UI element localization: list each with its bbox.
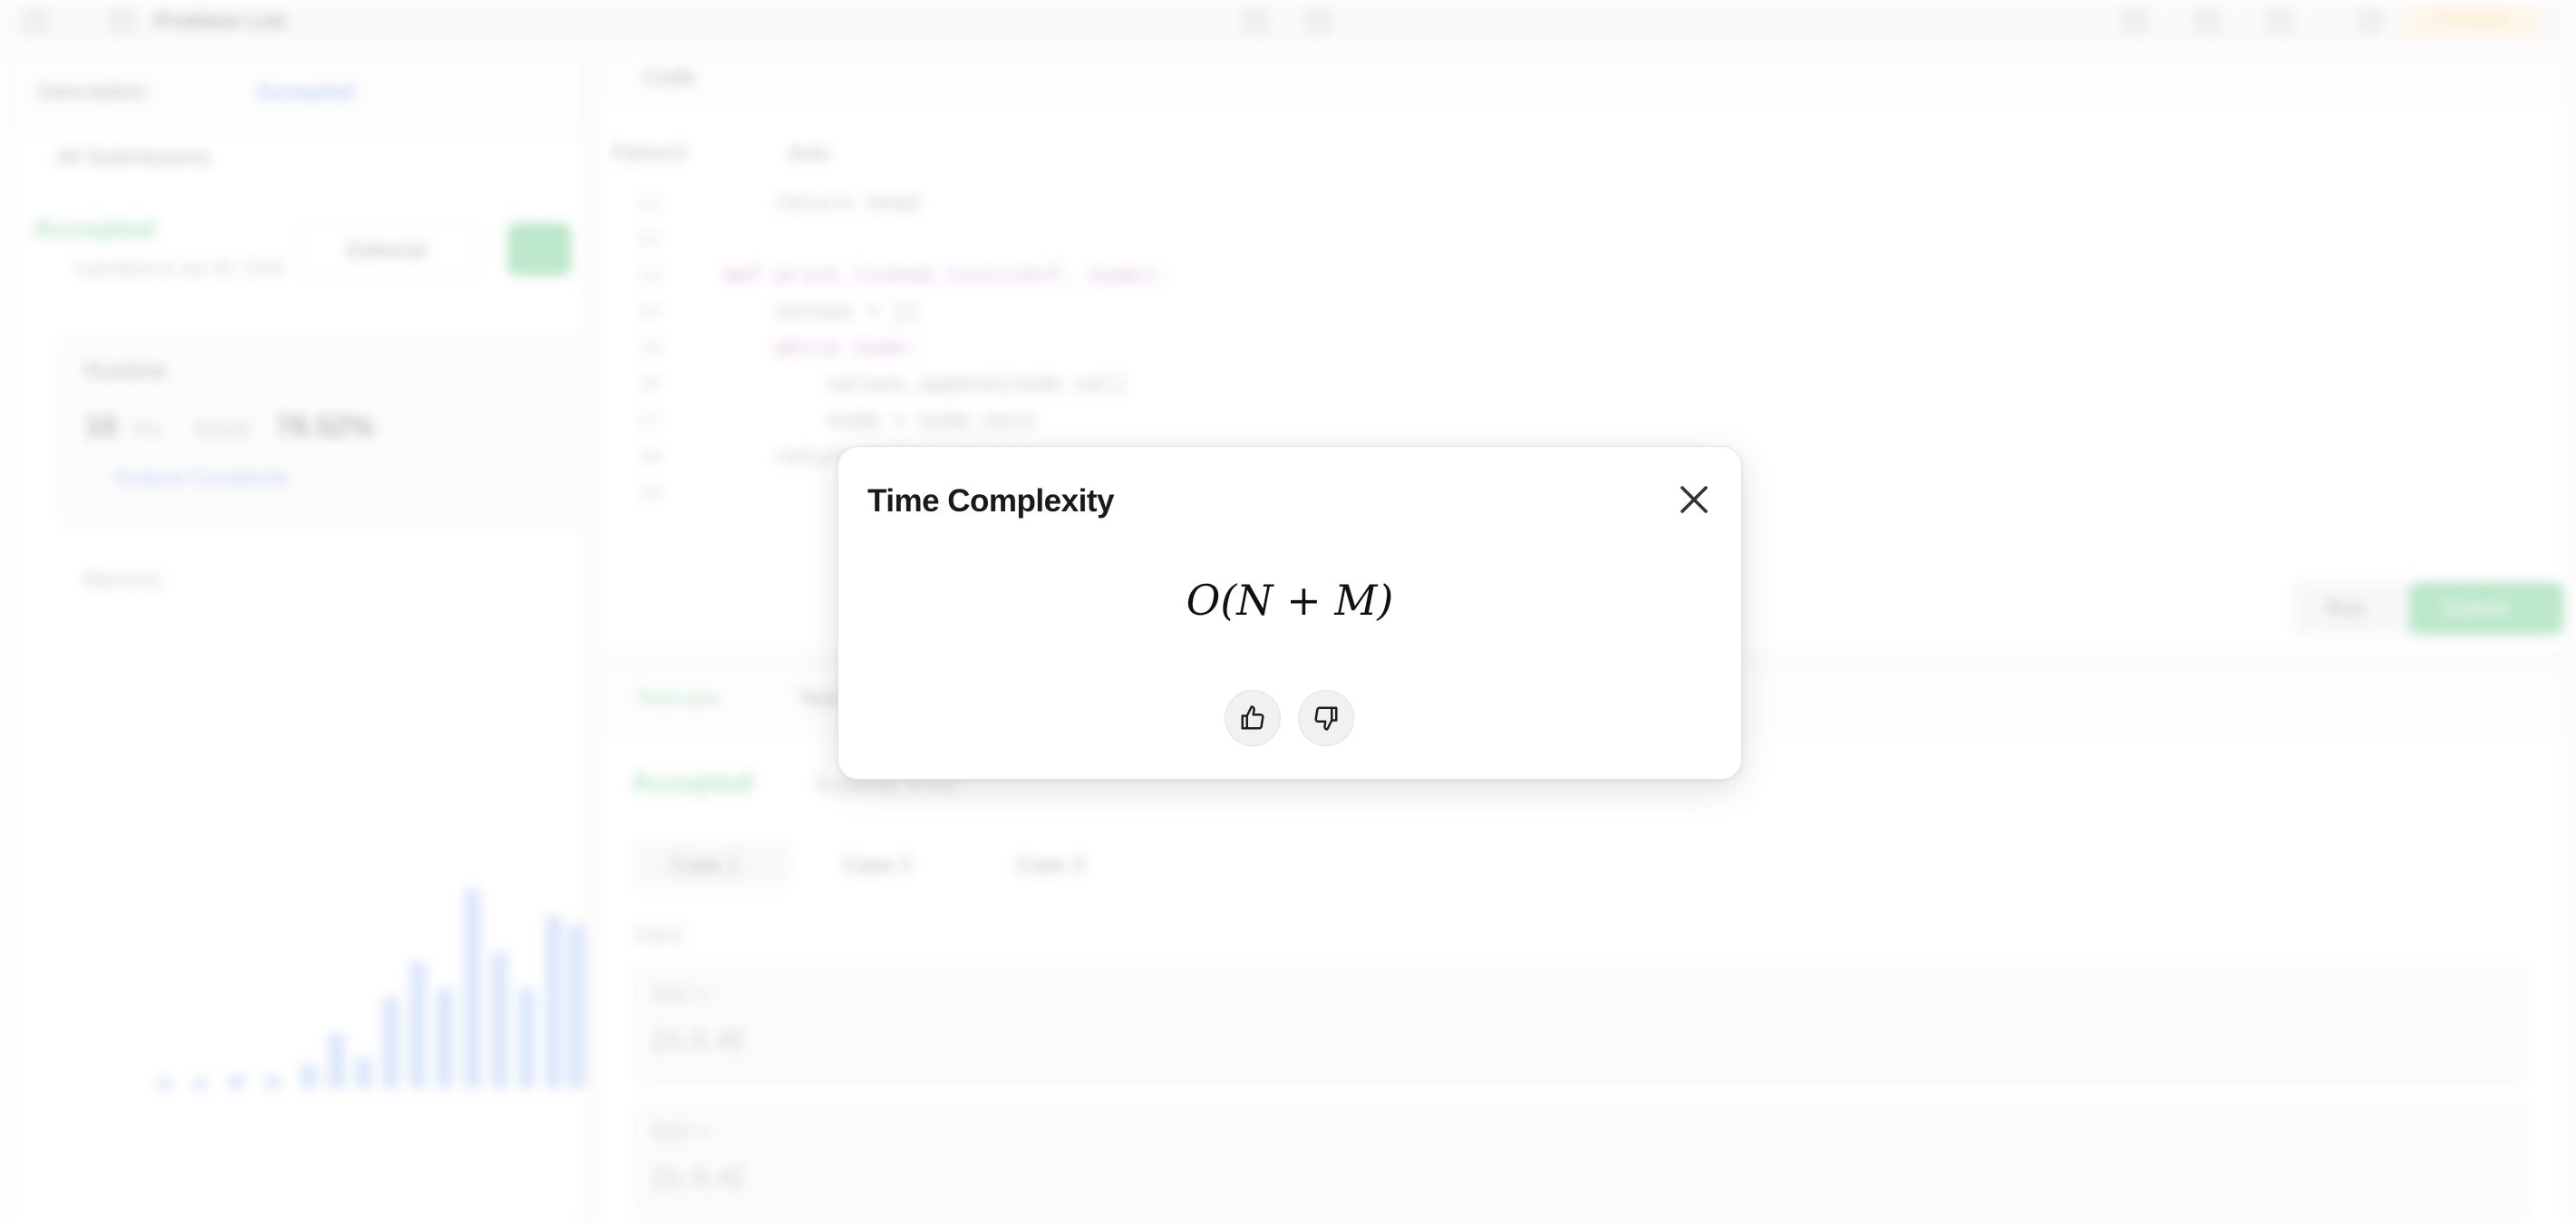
thumbs-up-button[interactable]: [1225, 690, 1281, 746]
close-icon: [1680, 486, 1708, 513]
close-button[interactable]: [1674, 480, 1714, 520]
thumbs-up-icon: [1241, 705, 1264, 730]
modal-title: Time Complexity: [867, 483, 1114, 519]
thumbs-down-icon: [1314, 706, 1338, 731]
complexity-formula: O(N + M): [1186, 576, 1394, 625]
thumbs-down-button[interactable]: [1298, 690, 1354, 746]
time-complexity-modal: Time Complexity O(N + M): [838, 446, 1742, 780]
